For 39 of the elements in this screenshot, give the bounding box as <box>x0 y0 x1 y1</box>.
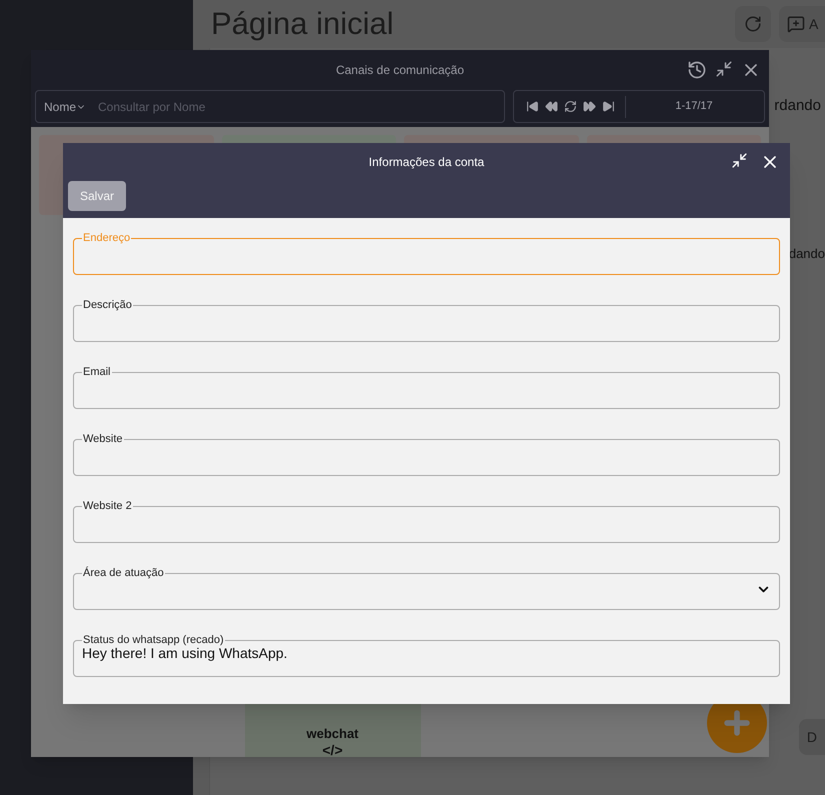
search-field[interactable]: Nome Consultar por Nome <box>35 90 505 123</box>
field-value: Hey there! I am using WhatsApp. <box>82 644 288 663</box>
panel-text: dando <box>788 244 825 262</box>
last-page-icon[interactable] <box>602 100 615 113</box>
channel-name: webchat <box>306 724 358 742</box>
field-label: Website <box>82 432 124 447</box>
panel-text: rdando <box>774 96 822 116</box>
field-label: Área de atuação <box>82 566 165 581</box>
refresh-icon <box>744 15 762 33</box>
input-field[interactable]: Status do whatsapp (recado) Hey there! I am using WhatsApp. <box>73 632 780 677</box>
next-page-icon[interactable] <box>583 100 596 113</box>
field-label: Website 2 <box>82 499 133 514</box>
field-label: Endereço <box>82 231 132 246</box>
code-symbol: </> <box>322 743 343 757</box>
input-field[interactable]: Website 2 <box>73 498 780 543</box>
panel-text: D <box>798 719 825 755</box>
refresh-button[interactable] <box>735 6 771 42</box>
input-field[interactable]: Descrição <box>73 297 780 342</box>
filter-label: Nome <box>44 98 76 116</box>
input-field[interactable]: Email <box>73 364 780 409</box>
chat-plus-icon <box>787 15 805 33</box>
field-label: Descrição <box>82 298 133 313</box>
window-title: Canais de comunicação <box>336 62 464 79</box>
input-field[interactable]: Website <box>73 431 780 476</box>
filter-dropdown[interactable]: Nome <box>44 98 86 116</box>
minimize-icon[interactable] <box>715 60 733 78</box>
refresh-icon[interactable] <box>564 100 577 113</box>
page-title: Página inicial <box>211 4 395 43</box>
dialog-title: Informações da conta <box>368 154 484 171</box>
field-label: Email <box>82 365 112 380</box>
first-page-icon[interactable] <box>526 100 539 113</box>
button-label: A <box>809 15 818 34</box>
select-field[interactable]: Área de atuação <box>73 565 780 610</box>
previous-page-icon[interactable] <box>545 100 558 113</box>
minimize-icon[interactable] <box>731 152 748 169</box>
history-icon[interactable] <box>687 60 707 80</box>
page-range: 1-17/17 <box>674 99 714 114</box>
field-label: Status do whatsapp (recado) <box>82 633 225 648</box>
search-placeholder: Consultar por Nome <box>98 98 206 116</box>
